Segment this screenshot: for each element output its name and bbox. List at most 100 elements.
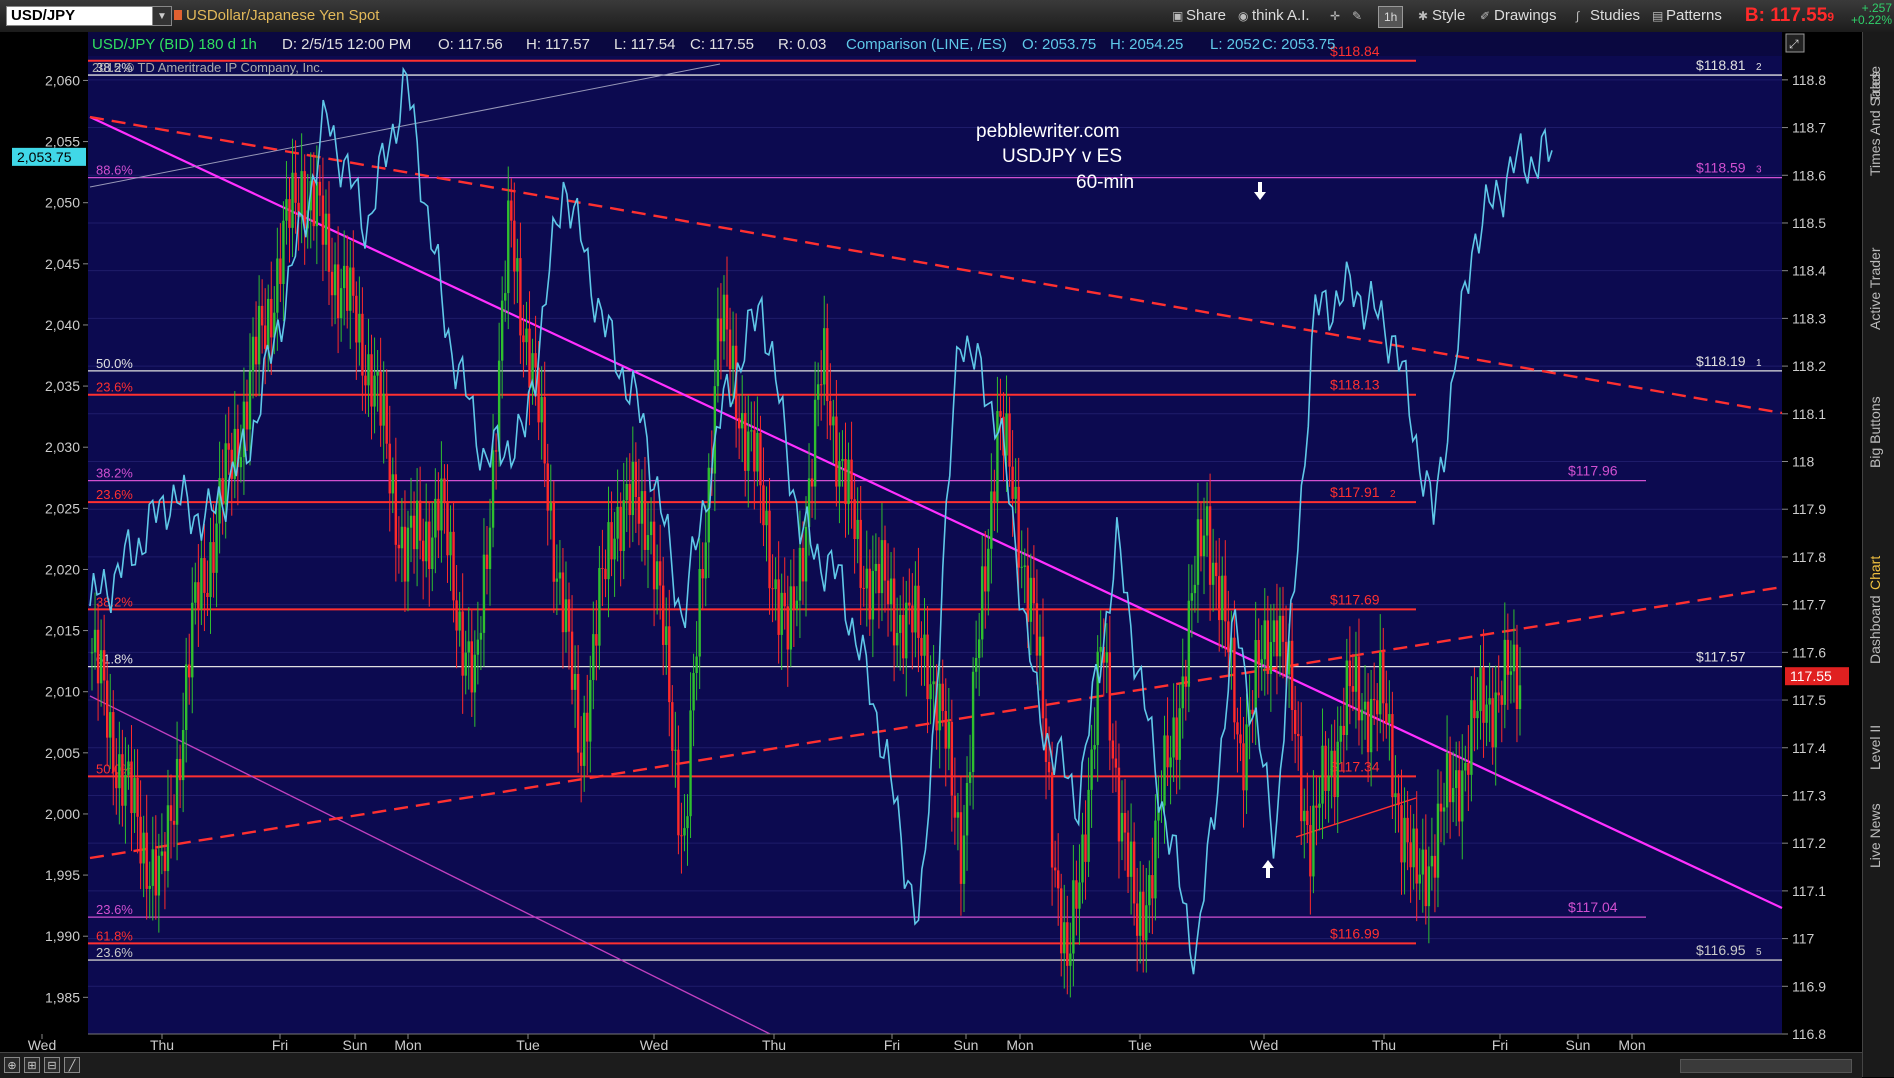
bid-value: B: 117.55 — [1744, 5, 1828, 26]
candle-body — [215, 523, 218, 573]
left-tick-label: 2,060 — [45, 72, 80, 88]
timeframe-button[interactable]: 1h — [1378, 6, 1404, 28]
share-button[interactable]: ▣ Share — [1172, 6, 1226, 26]
candle-body — [1388, 714, 1391, 723]
candle-body — [458, 611, 461, 631]
side-tab-active-trader[interactable]: Active Trader — [1867, 248, 1883, 330]
price-change: +.257 +0.22% — [1851, 2, 1892, 26]
candle-body — [1512, 644, 1516, 672]
candle-body — [756, 432, 759, 472]
think-ai-button[interactable]: ◉ think A.I. — [1238, 6, 1310, 26]
patterns-button[interactable]: ▤ Patterns — [1652, 6, 1722, 26]
bid-price: B: 117.559 — [1745, 5, 1834, 27]
candle-body — [1485, 704, 1488, 723]
candle-body — [1336, 741, 1339, 798]
candle-body — [616, 506, 619, 539]
candle-body — [181, 730, 185, 781]
candle-body — [829, 401, 832, 426]
time-tick-label: Fri — [1492, 1037, 1508, 1052]
candle-body — [1208, 506, 1212, 585]
candle-body — [1026, 565, 1029, 622]
zoom-in-icon[interactable]: ⊞ — [24, 1057, 40, 1073]
candle-body — [303, 171, 306, 229]
candle-body — [1339, 725, 1342, 742]
candle-body — [352, 267, 355, 296]
side-tab-times-and-sales[interactable]: Times And Sales — [1867, 71, 1883, 176]
candle-body — [926, 634, 929, 700]
left-tick-label: 1,990 — [45, 928, 80, 944]
candle-body — [1233, 637, 1236, 723]
draw-line-icon[interactable]: ╱ — [64, 1057, 80, 1073]
side-tab-live-news[interactable]: Live News — [1867, 803, 1883, 868]
expand-glyph: ⤢ — [1788, 37, 1799, 51]
candle-body — [987, 548, 990, 592]
candle-body — [175, 758, 179, 825]
wrench-button[interactable]: ✎ — [1352, 6, 1366, 26]
candle-body — [1239, 734, 1242, 744]
candle-body — [1123, 812, 1127, 833]
copyright: 2015 © TD Ameritrade IP Company, Inc. — [92, 60, 323, 75]
header-open: O: 117.56 — [438, 36, 503, 53]
right-tick-label: 116.9 — [1792, 978, 1826, 994]
candle-body — [555, 578, 559, 582]
cursor-tool-button[interactable]: ✛ — [1330, 6, 1344, 26]
candle-body — [1211, 562, 1215, 585]
symbol-input[interactable]: USD/JPY — [6, 6, 156, 26]
candle-body — [1163, 735, 1166, 806]
candle-body — [1254, 639, 1257, 714]
candle-body — [203, 558, 206, 593]
candle-body — [981, 566, 984, 640]
candle-body — [1354, 656, 1358, 692]
candle-body — [1503, 639, 1507, 705]
candle-body — [379, 371, 382, 426]
candle-body — [1166, 735, 1169, 768]
side-tab-dashboard[interactable]: Dashboard — [1867, 596, 1883, 665]
side-tab-level-ii[interactable]: Level II — [1867, 725, 1883, 770]
candle-body — [431, 537, 434, 570]
candle-body — [880, 540, 884, 594]
candle-body — [634, 461, 638, 498]
side-tab-big-buttons[interactable]: Big Buttons — [1867, 396, 1883, 468]
level-price-label: $118.19 — [1696, 353, 1746, 369]
candle-body — [613, 538, 616, 560]
candle-body — [1008, 413, 1011, 467]
time-scrollbar[interactable] — [1680, 1059, 1852, 1073]
price-chart[interactable]: 38.2% $118.81 2 $118.84 88.6% $118.59 3 50.0% $1… — [0, 32, 1862, 1052]
studies-button[interactable]: ∫ Studies — [1576, 6, 1640, 26]
right-tick-label: 118.3 — [1792, 310, 1826, 326]
style-button[interactable]: ✱ Style — [1418, 6, 1465, 26]
candle-body — [671, 702, 674, 751]
candle-body — [1245, 724, 1248, 791]
header-high: H: 117.57 — [526, 36, 590, 53]
candle-body — [1151, 875, 1154, 899]
time-tick-label: Sun — [343, 1037, 368, 1052]
candle-body — [1120, 812, 1124, 842]
candle-body — [1303, 810, 1306, 822]
candle-body — [1391, 714, 1394, 798]
candle-body — [579, 752, 583, 766]
candle-body — [1178, 708, 1181, 760]
candle-body — [1221, 575, 1224, 621]
candle-body — [841, 459, 844, 461]
candle-body — [637, 497, 641, 524]
candle-body — [373, 375, 376, 407]
side-tab-chart[interactable]: Chart — [1867, 556, 1883, 590]
candle-body — [336, 264, 340, 319]
candle-body — [1227, 621, 1230, 653]
zoom-fit-icon[interactable]: ⊕ — [4, 1057, 20, 1073]
candle-body — [956, 812, 960, 818]
drawings-button[interactable]: ✐ Drawings — [1480, 6, 1557, 26]
candle-body — [428, 521, 431, 570]
right-tick-label: 117.4 — [1792, 740, 1826, 756]
candle-body — [257, 305, 261, 365]
candle-body — [677, 749, 680, 836]
level-percent-label: 23.6% — [96, 487, 133, 502]
level-price-suffix: 5 — [1756, 947, 1762, 958]
candle-body — [813, 399, 817, 487]
candle-body — [1187, 600, 1191, 687]
candle-body — [403, 526, 407, 582]
symbol-dropdown-icon[interactable]: ▼ — [152, 6, 172, 26]
time-tick-label: Fri — [272, 1037, 288, 1052]
zoom-out-icon[interactable]: ⊟ — [44, 1057, 60, 1073]
candle-body — [163, 851, 167, 872]
